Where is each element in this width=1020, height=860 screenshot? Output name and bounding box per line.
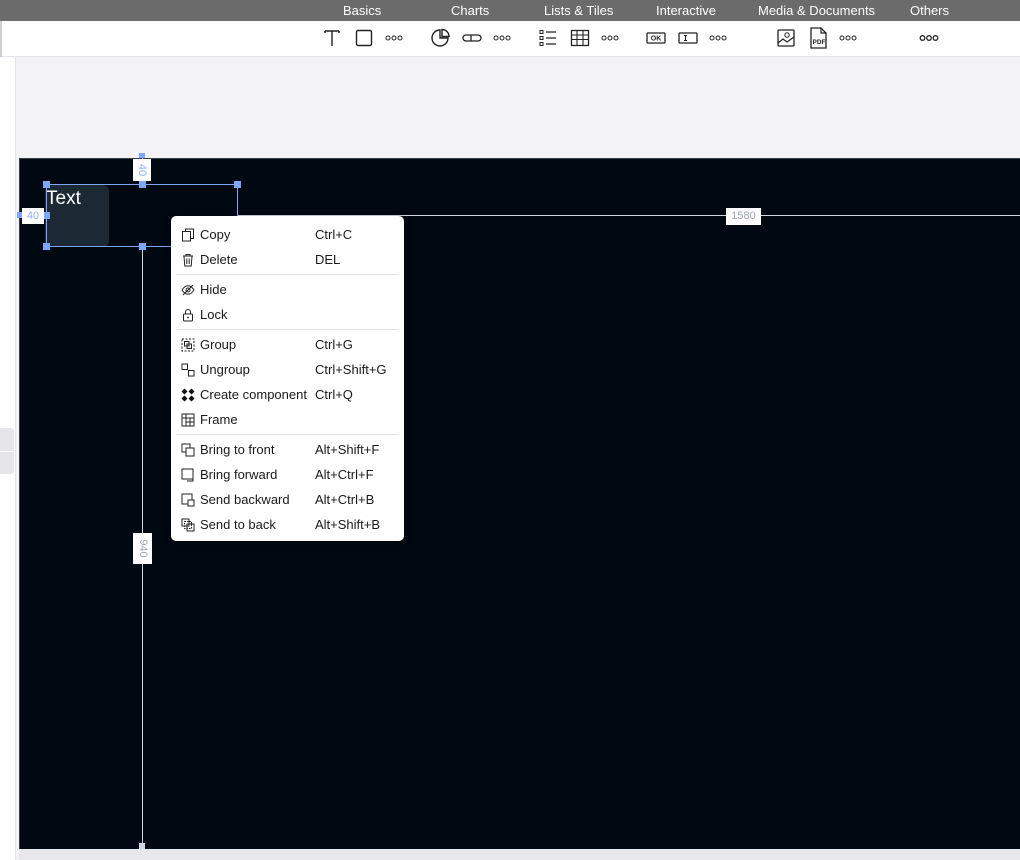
top-guide-end bbox=[139, 153, 145, 158]
menu-item-label: Lock bbox=[200, 307, 228, 322]
lock-icon bbox=[183, 309, 193, 322]
menu-item-shortcut: Alt+Shift+F bbox=[315, 442, 380, 457]
menu-item-group[interactable]: Group Ctrl+G bbox=[171, 332, 404, 357]
resize-handle-bottom[interactable] bbox=[139, 243, 146, 250]
ok-button-icon[interactable]: OK bbox=[643, 25, 669, 51]
menu-item-label: Copy bbox=[200, 227, 231, 242]
menu-item-label: Delete bbox=[200, 252, 238, 267]
menu-item-bring-to-front[interactable]: Bring to front Alt+Shift+F bbox=[171, 437, 404, 462]
copy-icon bbox=[182, 228, 194, 242]
eye-off-icon bbox=[181, 284, 195, 296]
rectangle-tool-icon[interactable] bbox=[351, 25, 377, 51]
menu-item-label: Bring forward bbox=[200, 467, 278, 482]
menu-separator bbox=[176, 434, 399, 435]
left-panel-toggle-divider bbox=[0, 451, 14, 452]
menu-item-shortcut: Ctrl+G bbox=[315, 337, 353, 352]
component-toolbar: OK PDF bbox=[0, 21, 1020, 57]
svg-text:PDF: PDF bbox=[813, 39, 826, 46]
menu-item-send-to-back[interactable]: Send to back Alt+Shift+B bbox=[171, 512, 404, 537]
menu-item-delete[interactable]: Delete DEL bbox=[171, 247, 404, 272]
resize-handle-top[interactable] bbox=[139, 181, 146, 188]
menu-item-label: Send backward bbox=[200, 492, 290, 507]
menu-separator bbox=[176, 274, 399, 275]
menu-item-label: Bring to front bbox=[200, 442, 275, 457]
menu-item-label: Hide bbox=[200, 282, 227, 297]
category-basics[interactable]: Basics bbox=[343, 0, 381, 21]
menu-item-copy[interactable]: Copy Ctrl+C bbox=[171, 222, 404, 247]
input-field-icon[interactable] bbox=[675, 25, 701, 51]
send-backward-icon bbox=[181, 493, 195, 507]
menu-item-label: Group bbox=[200, 337, 237, 352]
design-canvas[interactable] bbox=[19, 158, 1020, 849]
menu-item-label: Ungroup bbox=[200, 362, 250, 377]
frame-icon bbox=[181, 413, 195, 427]
interactive-more-icon[interactable] bbox=[705, 25, 731, 51]
send-to-back-icon bbox=[181, 518, 195, 532]
resize-handle-bottom-left[interactable] bbox=[43, 243, 50, 250]
menu-item-ungroup[interactable]: Ungroup Ctrl+Shift+G bbox=[171, 357, 404, 382]
left-offset-label: 40 bbox=[22, 208, 44, 224]
menu-item-frame[interactable]: Frame bbox=[171, 407, 404, 432]
table-icon[interactable] bbox=[567, 25, 593, 51]
menu-item-label: Frame bbox=[200, 412, 238, 427]
group-icon bbox=[181, 338, 195, 352]
category-interactive[interactable]: Interactive bbox=[656, 0, 716, 21]
toolbar-left-edge bbox=[0, 21, 2, 57]
canvas-height-label: 940 bbox=[133, 533, 152, 564]
pie-chart-icon[interactable] bbox=[427, 25, 453, 51]
bring-forward-icon bbox=[181, 468, 194, 482]
image-icon[interactable] bbox=[773, 25, 799, 51]
menu-item-shortcut: Alt+Ctrl+B bbox=[315, 492, 375, 507]
canvas-width-label: 1580 bbox=[726, 208, 761, 225]
menu-item-shortcut: Alt+Shift+B bbox=[315, 517, 381, 532]
menu-item-label: Create component bbox=[200, 387, 307, 402]
menu-item-label: Send to back bbox=[200, 517, 276, 532]
menu-item-shortcut: Ctrl+Shift+G bbox=[315, 362, 387, 377]
menu-item-shortcut: Ctrl+Q bbox=[315, 387, 353, 402]
resize-handle-left[interactable] bbox=[43, 212, 50, 219]
ungroup-icon bbox=[181, 363, 195, 377]
menu-item-hide[interactable]: Hide bbox=[171, 277, 404, 302]
resize-handle-top-left[interactable] bbox=[43, 181, 50, 188]
trash-icon bbox=[183, 254, 193, 267]
resize-handle-top-right[interactable] bbox=[234, 181, 241, 188]
menu-item-send-backward[interactable]: Send backward Alt+Ctrl+B bbox=[171, 487, 404, 512]
context-menu: Copy Ctrl+C Delete DEL Hide Lock Group C… bbox=[171, 216, 404, 541]
menu-item-shortcut: DEL bbox=[315, 252, 341, 267]
top-offset-label: 40 bbox=[133, 159, 151, 181]
category-media-documents[interactable]: Media & Documents bbox=[758, 0, 875, 21]
pdf-icon[interactable]: PDF bbox=[805, 25, 831, 51]
menu-separator bbox=[176, 329, 399, 330]
category-bar: Basics Charts Lists & Tiles Interactive … bbox=[0, 0, 1020, 21]
charts-more-icon[interactable] bbox=[489, 25, 515, 51]
progress-bar-icon[interactable] bbox=[459, 25, 485, 51]
menu-item-shortcut: Alt+Ctrl+F bbox=[315, 467, 374, 482]
canvas-bottom-margin bbox=[19, 849, 1020, 860]
category-lists-tiles[interactable]: Lists & Tiles bbox=[544, 0, 613, 21]
menu-item-create-component[interactable]: Create component Ctrl+Q bbox=[171, 382, 404, 407]
category-others[interactable]: Others bbox=[910, 0, 949, 21]
category-charts[interactable]: Charts bbox=[451, 0, 489, 21]
list-icon[interactable] bbox=[535, 25, 561, 51]
menu-item-bring-forward[interactable]: Bring forward Alt+Ctrl+F bbox=[171, 462, 404, 487]
media-more-icon[interactable] bbox=[835, 25, 861, 51]
others-more-icon[interactable] bbox=[916, 25, 942, 51]
lists-more-icon[interactable] bbox=[597, 25, 623, 51]
bring-to-front-icon bbox=[181, 443, 195, 457]
height-guide-end bbox=[139, 843, 145, 849]
basics-more-icon[interactable] bbox=[381, 25, 407, 51]
menu-item-shortcut: Ctrl+C bbox=[315, 227, 353, 242]
component-icon bbox=[181, 388, 195, 402]
menu-item-lock[interactable]: Lock bbox=[171, 302, 404, 327]
svg-text:OK: OK bbox=[651, 36, 662, 43]
text-tool-icon[interactable] bbox=[319, 25, 345, 51]
